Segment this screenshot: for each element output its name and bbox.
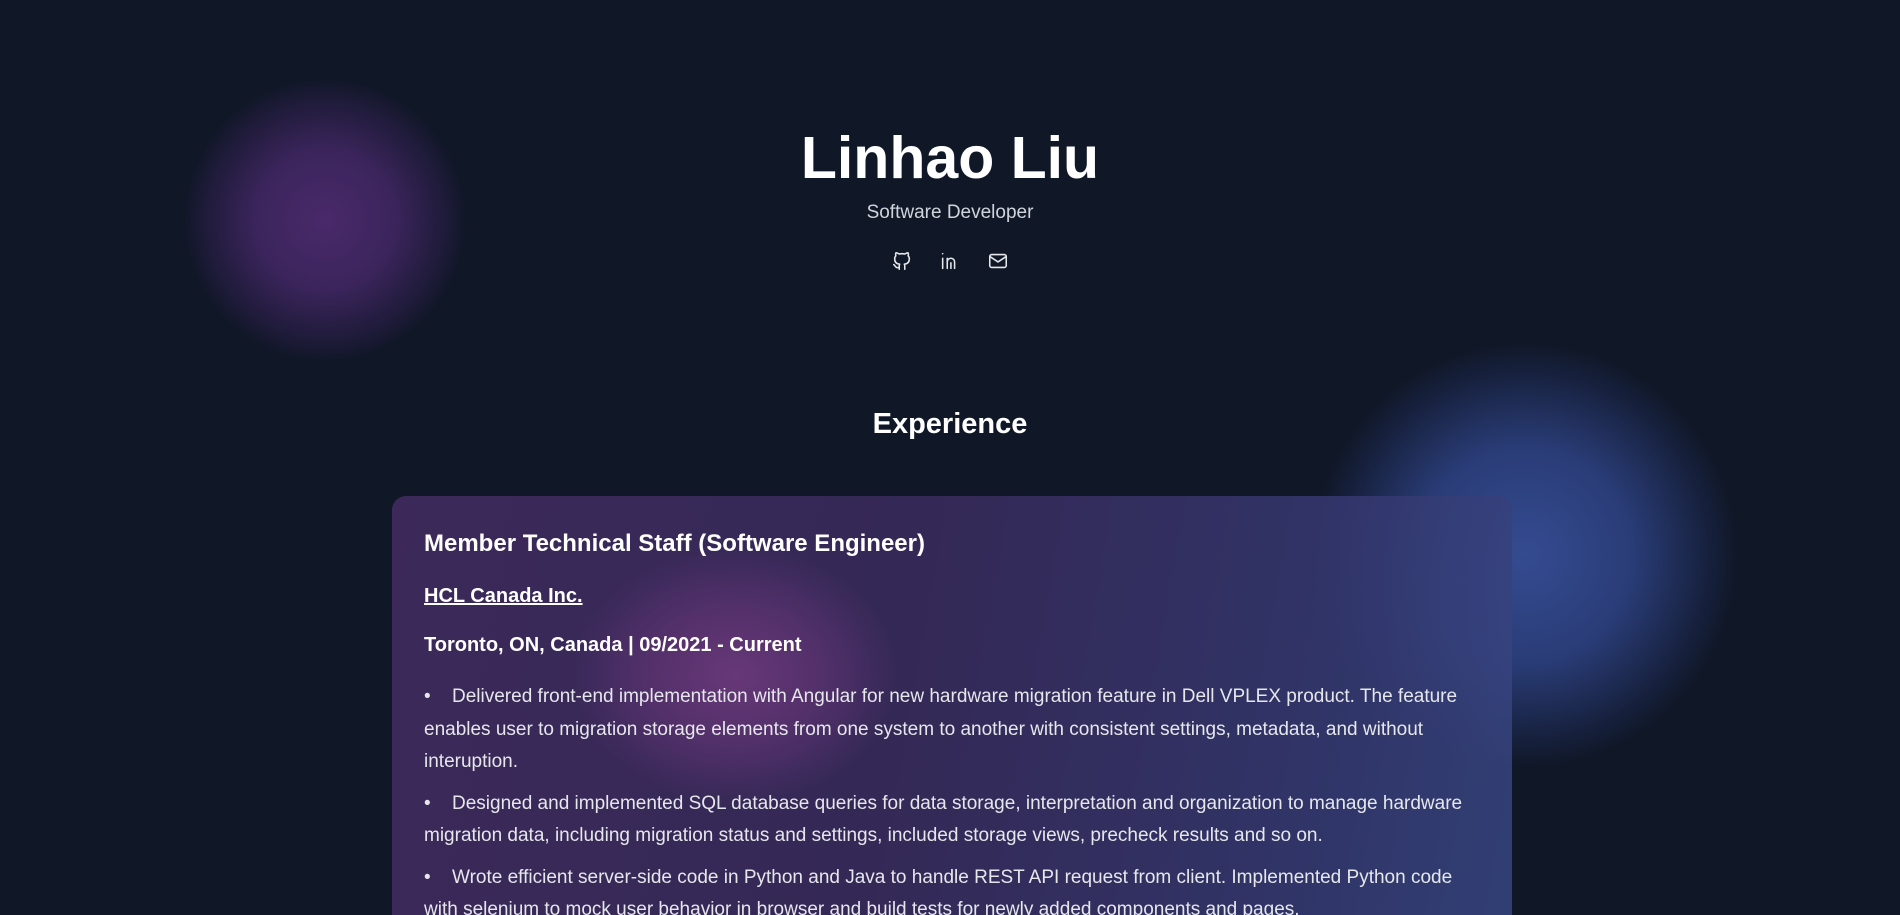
- profile-name: Linhao Liu: [800, 125, 1100, 191]
- job-bullet-text: Designed and implemented SQL database qu…: [424, 792, 1463, 847]
- email-link[interactable]: [985, 248, 1011, 274]
- linkedin-link[interactable]: [937, 248, 963, 274]
- job-bullet-list: • Delivered front-end implementation with…: [424, 681, 1484, 915]
- github-icon: [892, 252, 911, 271]
- company-link[interactable]: HCL Canada Inc.: [424, 585, 583, 608]
- job-bullet-text: Delivered front-end implementation with …: [424, 686, 1458, 772]
- social-links: [0, 248, 1900, 274]
- job-bullet: • Designed and implemented SQL database q…: [424, 788, 1484, 853]
- job-bullet-text: Wrote efficient server-side code in Pyth…: [424, 866, 1453, 915]
- job-title: Member Technical Staff (Software Enginee…: [424, 530, 925, 557]
- bullet-dot: •: [424, 866, 431, 888]
- job-bullet: • Delivered front-end implementation with…: [424, 681, 1484, 779]
- job-bullet: • Wrote efficient server-side code in Pyt…: [424, 862, 1484, 915]
- bullet-dot: •: [424, 686, 431, 707]
- bullet-dot: •: [424, 792, 431, 814]
- profile-role: Software Developer: [866, 202, 1034, 223]
- experience-section-title: Experience: [872, 408, 1028, 440]
- linkedin-icon: [941, 252, 956, 270]
- experience-card-content: Member Technical Staff (Software Enginee…: [424, 496, 1484, 915]
- mail-icon: [988, 253, 1008, 269]
- profile-header: Linhao Liu Software Developer: [0, 120, 1900, 274]
- page: Linhao Liu Software Developer Experience…: [0, 0, 1900, 915]
- github-link[interactable]: [889, 248, 915, 274]
- job-location-dates: Toronto, ON, Canada | 09/2021 - Current: [424, 634, 802, 656]
